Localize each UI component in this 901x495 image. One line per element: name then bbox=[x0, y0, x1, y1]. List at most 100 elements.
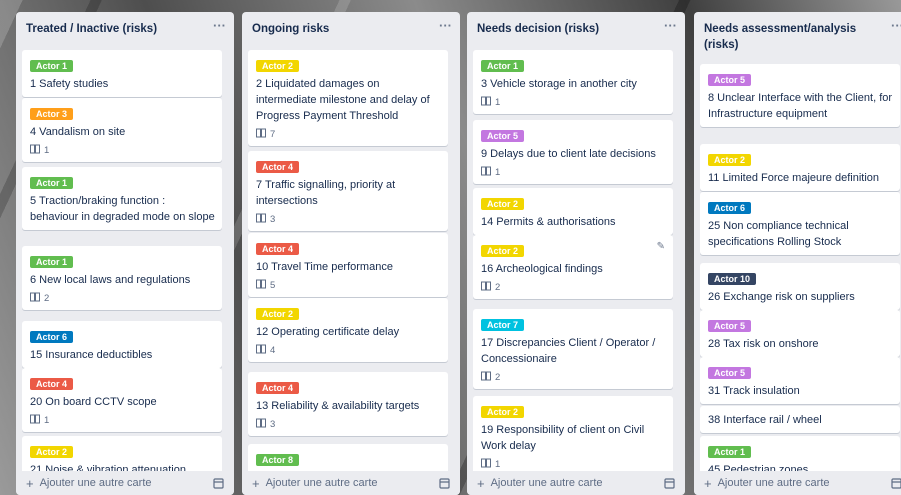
badge-count: 2 bbox=[495, 372, 501, 383]
card[interactable]: Actor 5 8 Unclear Interface with the Clie… bbox=[700, 64, 900, 127]
card[interactable]: Actor 7 17 Discrepancies Client / Operato… bbox=[473, 309, 673, 389]
card-label: Actor 2 bbox=[256, 60, 300, 72]
card[interactable]: Actor 1 3 Vehicle storage in another city… bbox=[473, 50, 673, 114]
edit-pencil-icon[interactable]: ✎ bbox=[657, 241, 665, 252]
card[interactable]: Actor 2 16 Archeological findings 2 ✎ bbox=[473, 235, 673, 299]
card-title: 10 Travel Time performance bbox=[256, 261, 393, 273]
description-icon bbox=[481, 281, 491, 294]
list-title[interactable]: Needs assessment/analysis (risks) bbox=[694, 12, 901, 53]
card[interactable]: Actor 4 10 Travel Time performance 5 bbox=[248, 233, 448, 297]
description-icon bbox=[30, 292, 40, 305]
card-title: 2 Liquidated damages on intermediate mil… bbox=[256, 78, 430, 122]
card[interactable]: Actor 6 25 Non compliance technical speci… bbox=[700, 192, 900, 255]
card[interactable]: Actor 2 14 Permits & authorisations bbox=[473, 188, 673, 235]
list-column: Treated / Inactive (risks) ··· Actor 1 1 Sa… bbox=[16, 12, 234, 495]
card[interactable]: 38 Interface rail / wheel bbox=[700, 406, 900, 433]
add-card-button[interactable]: + Ajouter une autre carte bbox=[467, 471, 685, 495]
add-card-button[interactable]: + Ajouter une autre carte bbox=[694, 471, 901, 495]
card[interactable]: Actor 2 19 Responsibility of client on Ci… bbox=[473, 396, 673, 471]
card-title: 15 Insurance deductibles bbox=[30, 349, 153, 361]
card-title: 28 Tax risk on onshore bbox=[708, 338, 819, 350]
add-card-button[interactable]: + Ajouter une autre carte bbox=[16, 471, 234, 495]
card-label: Actor 2 bbox=[481, 198, 525, 210]
card[interactable]: Actor 6 15 Insurance deductibles bbox=[22, 321, 222, 368]
card-label: Actor 3 bbox=[30, 108, 74, 120]
list-title[interactable]: Needs decision (risks) bbox=[467, 12, 685, 37]
card[interactable]: Actor 2 12 Operating certificate delay 4 bbox=[248, 298, 448, 362]
card-label: Actor 4 bbox=[256, 161, 300, 173]
card-title: 26 Exchange risk on suppliers bbox=[708, 291, 855, 303]
card-template-icon[interactable] bbox=[891, 477, 901, 489]
card[interactable]: Actor 2 2 Liquidated damages on intermedi… bbox=[248, 50, 448, 146]
badge-count: 7 bbox=[270, 129, 276, 140]
card-label: Actor 7 bbox=[481, 319, 525, 331]
card-description-badge: 2 bbox=[481, 281, 666, 294]
card-template-icon[interactable] bbox=[213, 477, 224, 489]
card[interactable]: Actor 5 9 Delays due to client late decis… bbox=[473, 120, 673, 184]
card-label: Actor 2 bbox=[30, 446, 74, 458]
card-label: Actor 5 bbox=[708, 367, 752, 379]
add-card-label: Ajouter une autre carte bbox=[490, 477, 603, 489]
badge-count: 1 bbox=[44, 415, 50, 426]
card-label: Actor 1 bbox=[30, 256, 74, 268]
card[interactable]: Actor 1 1 Safety studies bbox=[22, 50, 222, 97]
list-menu-icon[interactable]: ··· bbox=[439, 18, 452, 33]
card-template-icon[interactable] bbox=[664, 477, 675, 489]
card[interactable]: Actor 1 6 New local laws and regulations 2 bbox=[22, 246, 222, 310]
list-menu-icon[interactable]: ··· bbox=[891, 18, 901, 33]
description-icon bbox=[256, 279, 266, 292]
card-description-badge: 1 bbox=[481, 166, 666, 179]
card[interactable]: Actor 1 45 Pedestrian zones bbox=[700, 436, 900, 471]
list-title[interactable]: Ongoing risks bbox=[242, 12, 460, 37]
card[interactable]: Actor 2 11 Limited Force majeure definiti… bbox=[700, 144, 900, 191]
badge-count: 2 bbox=[495, 282, 501, 293]
list-column: Ongoing risks ··· Actor 2 2 Liquidated dama… bbox=[242, 12, 460, 495]
add-card-button[interactable]: + Ajouter une autre carte bbox=[242, 471, 460, 495]
card-label: Actor 2 bbox=[708, 154, 752, 166]
card-title: 17 Discrepancies Client / Operator / Con… bbox=[481, 337, 656, 365]
card[interactable]: Actor 5 31 Track insulation bbox=[700, 357, 900, 404]
card-label: Actor 4 bbox=[30, 378, 74, 390]
list-column: Needs decision (risks) ··· Actor 1 3 Vehicl… bbox=[467, 12, 685, 495]
list-menu-icon[interactable]: ··· bbox=[213, 18, 226, 33]
add-card-label: Ajouter une autre carte bbox=[717, 477, 830, 489]
list-menu-icon[interactable]: ··· bbox=[664, 18, 677, 33]
card-title: 25 Non compliance technical specificatio… bbox=[708, 220, 849, 248]
card-title: 13 Reliability & availability targets bbox=[256, 400, 420, 412]
plus-icon: + bbox=[477, 475, 485, 491]
description-icon bbox=[256, 128, 266, 141]
description-icon bbox=[481, 371, 491, 384]
description-icon bbox=[256, 418, 266, 431]
card[interactable]: Actor 4 13 Reliability & availability tar… bbox=[248, 372, 448, 436]
card[interactable]: Actor 8 bbox=[248, 444, 448, 471]
board: Treated / Inactive (risks) ··· Actor 11 Sa… bbox=[0, 0, 901, 495]
card[interactable]: Actor 2 21 Noise & vibration attenuation bbox=[22, 436, 222, 471]
plus-icon: + bbox=[252, 475, 260, 491]
add-card-label: Ajouter une autre carte bbox=[265, 477, 378, 489]
card-title: 20 On board CCTV scope bbox=[30, 396, 157, 408]
card[interactable]: Actor 5 28 Tax risk on onshore bbox=[700, 310, 900, 357]
card-label: Actor 1 bbox=[708, 446, 752, 458]
card-label: Actor 1 bbox=[30, 60, 74, 72]
card[interactable]: Actor 4 7 Traffic signalling, priority at… bbox=[248, 151, 448, 231]
card-label: Actor 5 bbox=[708, 320, 752, 332]
add-card-label: Ajouter une autre carte bbox=[39, 477, 152, 489]
card[interactable]: Actor 3 4 Vandalism on site 1 bbox=[22, 98, 222, 162]
card-title: 14 Permits & authorisations bbox=[481, 216, 616, 228]
card-title: 8 Unclear Interface with the Client, for… bbox=[708, 92, 893, 120]
card-label: Actor 2 bbox=[256, 308, 300, 320]
card-title: 5 Traction/braking function : behaviour … bbox=[30, 195, 215, 223]
description-icon bbox=[481, 96, 491, 109]
badge-count: 3 bbox=[270, 214, 276, 225]
card-template-icon[interactable] bbox=[439, 477, 450, 489]
list-title[interactable]: Treated / Inactive (risks) bbox=[16, 12, 234, 37]
card-title: 7 Traffic signalling, priority at inters… bbox=[256, 179, 396, 207]
description-icon bbox=[256, 344, 266, 357]
card[interactable]: Actor 1 5 Traction/braking function : beh… bbox=[22, 167, 222, 230]
card-description-badge: 1 bbox=[481, 96, 666, 109]
card-label: Actor 8 bbox=[256, 454, 300, 466]
card[interactable]: Actor 10 26 Exchange risk on suppliers bbox=[700, 263, 900, 310]
badge-count: 4 bbox=[270, 345, 276, 356]
description-icon bbox=[30, 144, 40, 157]
card[interactable]: Actor 4 20 On board CCTV scope 1 bbox=[22, 368, 222, 432]
